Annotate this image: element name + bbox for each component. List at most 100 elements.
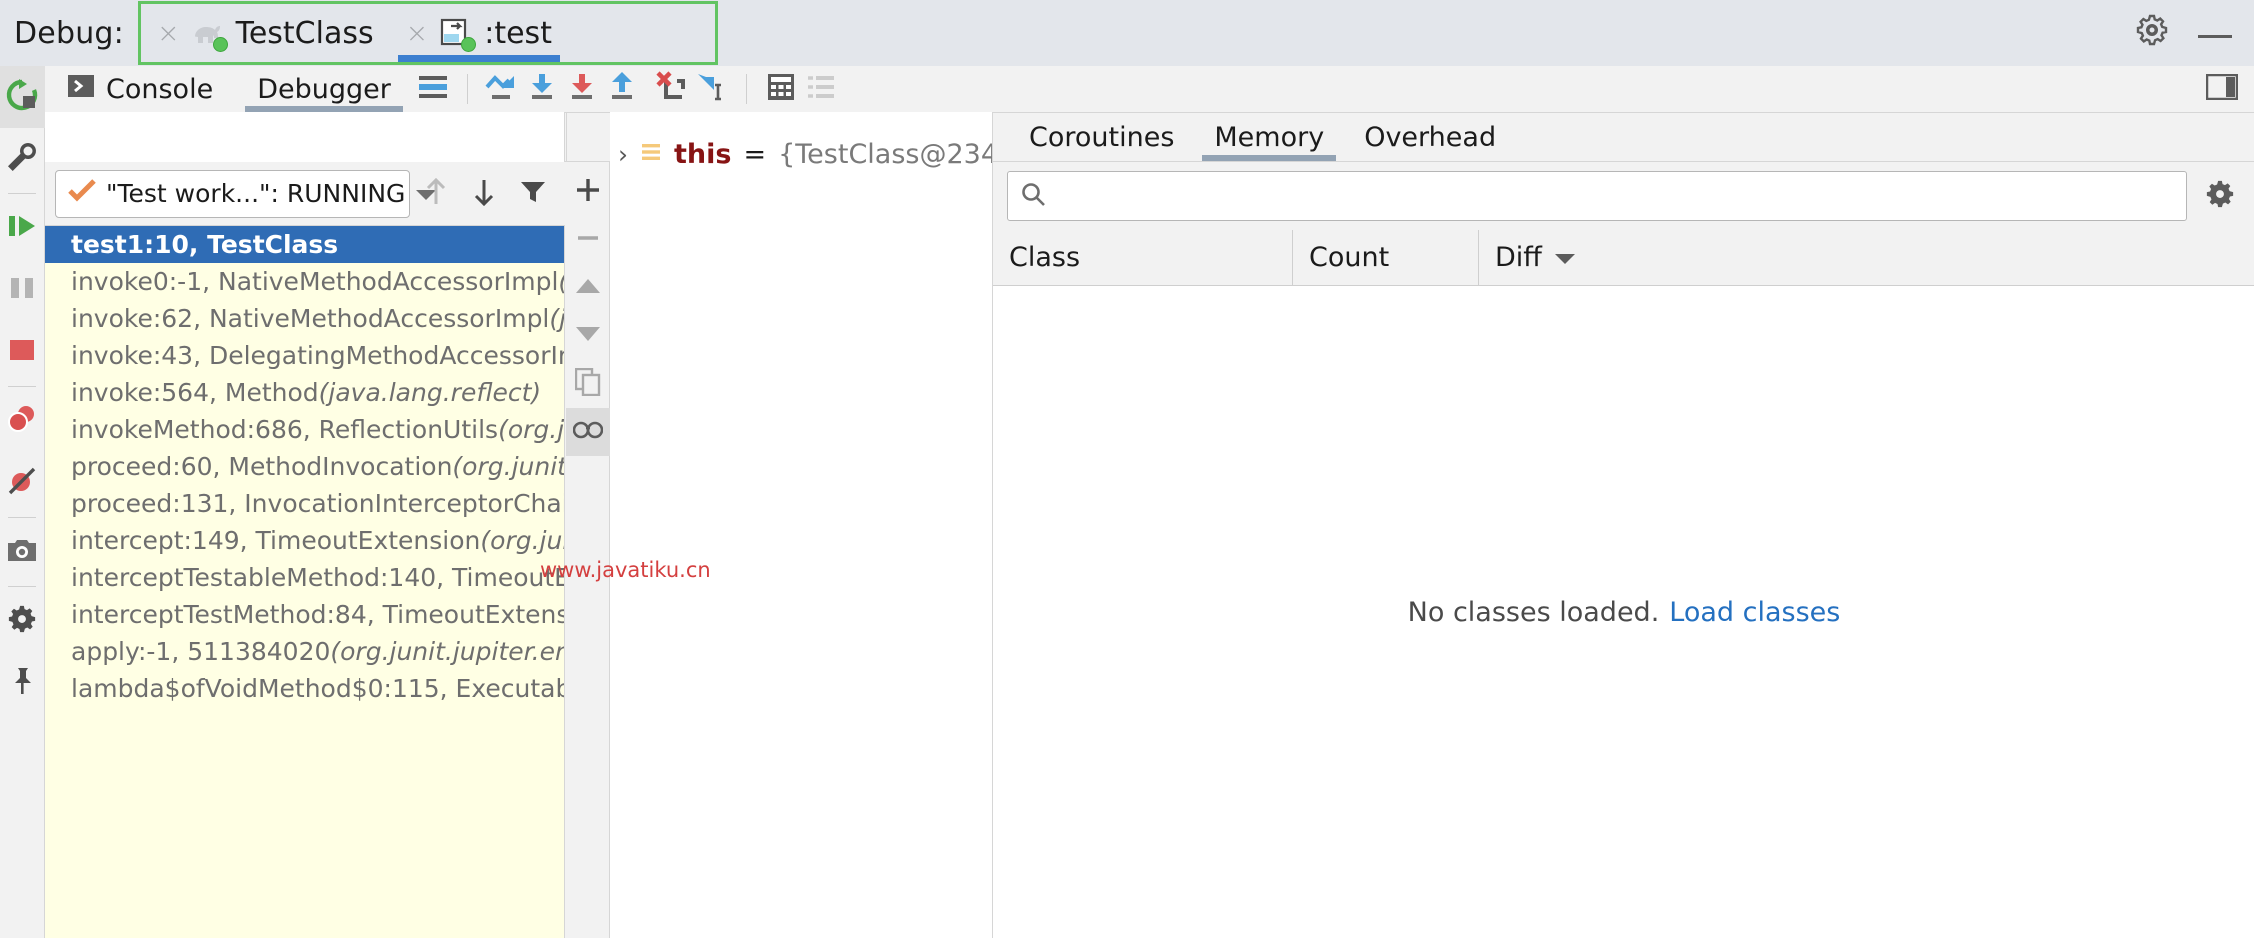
stop-button[interactable] xyxy=(0,321,45,383)
memory-empty-state: No classes loaded. Load classes xyxy=(993,286,2254,938)
remove-watch-button[interactable] xyxy=(566,216,610,264)
frame-row[interactable]: intercept:149, TimeoutExtension (org.jun… xyxy=(45,522,564,559)
force-step-into-button[interactable] xyxy=(562,69,602,109)
show-execution-point-button[interactable] xyxy=(413,69,453,109)
frame-label: intercept:149, TimeoutExtension xyxy=(71,526,480,555)
memory-panel-tabs: Coroutines Memory Overhead xyxy=(993,112,2254,162)
camera-icon xyxy=(6,536,38,568)
empty-state-text: No classes loaded. xyxy=(1408,597,1660,628)
gear-icon[interactable] xyxy=(2136,14,2168,52)
screenshot-button[interactable] xyxy=(0,521,45,583)
resume-program-button[interactable] xyxy=(0,197,45,259)
frame-row[interactable]: lambda$ofVoidMethod$0:115, ExecutableInv xyxy=(45,670,564,707)
frame-row[interactable]: test1:10, TestClass xyxy=(45,226,564,263)
mute-breakpoints-button[interactable] xyxy=(0,452,45,514)
frame-row[interactable]: invoke:564, Method (java.lang.reflect) xyxy=(45,374,564,411)
step-into-button[interactable] xyxy=(522,69,562,109)
settings-list-button[interactable] xyxy=(801,69,841,109)
thread-selector-value: "Test work...": RUNNING xyxy=(106,179,405,208)
column-label: Class xyxy=(1009,242,1080,273)
debug-tab-label: TestClass xyxy=(236,16,374,51)
variable-row-this[interactable]: › this = {TestClass@2348} xyxy=(610,132,992,176)
frame-row[interactable]: invoke:62, NativeMethodAccessorImpl (jdk… xyxy=(45,300,564,337)
minimize-icon[interactable] xyxy=(2198,18,2232,48)
run-to-cursor-button[interactable] xyxy=(692,69,732,109)
view-breakpoints-button[interactable] xyxy=(0,390,45,452)
inspect-button[interactable] xyxy=(566,408,610,456)
close-icon[interactable]: × xyxy=(157,20,180,47)
filter-frames-button[interactable] xyxy=(511,170,555,218)
load-classes-link[interactable]: Load classes xyxy=(1669,597,1840,628)
copy-icon xyxy=(575,368,601,400)
tab-debugger[interactable]: Debugger xyxy=(235,66,413,112)
frame-row[interactable]: invokeMethod:686, ReflectionUtils (org.j… xyxy=(45,411,564,448)
field-icon xyxy=(640,139,662,170)
edit-configuration-button[interactable] xyxy=(0,128,45,190)
debug-tab-testclass[interactable]: × TestClass xyxy=(141,4,390,62)
memory-panel: Coroutines Memory Overhead xyxy=(992,112,2254,938)
tab-coroutines[interactable]: Coroutines xyxy=(1009,113,1194,161)
arrow-up-icon xyxy=(424,178,448,210)
step-out-icon xyxy=(605,72,639,106)
memory-search-row xyxy=(993,162,2254,230)
move-watch-up-button[interactable] xyxy=(566,264,610,312)
drop-frame-button[interactable] xyxy=(652,69,692,109)
move-frame-up-button[interactable] xyxy=(414,170,458,218)
memory-settings-button[interactable] xyxy=(2199,171,2241,221)
tab-label: Overhead xyxy=(1364,122,1496,153)
divider xyxy=(746,74,747,104)
frame-label: interceptTestableMethod:140, TimeoutExte… xyxy=(71,563,564,592)
frame-row[interactable]: proceed:131, InvocationInterceptorChain$… xyxy=(45,485,564,522)
resume-icon xyxy=(6,210,38,246)
chevron-right-icon[interactable]: › xyxy=(618,140,628,169)
tab-memory[interactable]: Memory xyxy=(1194,113,1344,161)
step-out-button[interactable] xyxy=(602,69,642,109)
funnel-icon xyxy=(520,179,546,209)
column-header-diff[interactable]: Diff xyxy=(1479,230,1669,285)
frame-row[interactable]: apply:-1, 511384020 (org.junit.jupiter.e… xyxy=(45,633,564,670)
pause-program-button[interactable] xyxy=(0,259,45,321)
layout-settings-button[interactable] xyxy=(2202,69,2242,109)
variable-name: this xyxy=(674,139,731,170)
arrow-down-icon xyxy=(472,178,496,210)
frame-row[interactable]: invoke:43, DelegatingMethodAccessorImpl … xyxy=(45,337,564,374)
tab-console[interactable]: Console xyxy=(45,66,235,112)
rerun-icon xyxy=(5,78,39,116)
tab-overhead[interactable]: Overhead xyxy=(1344,113,1516,161)
tab-label: Debugger xyxy=(257,74,391,105)
frame-label: lambda$ofVoidMethod$0:115, ExecutableInv xyxy=(71,674,564,703)
frame-row[interactable]: proceed:60, MethodInvocation (org.junit.… xyxy=(45,448,564,485)
memory-search-input[interactable] xyxy=(1056,181,2174,212)
frame-row[interactable]: interceptTestMethod:84, TimeoutExtension… xyxy=(45,596,564,633)
memory-search-box[interactable] xyxy=(1007,171,2187,221)
plus-icon xyxy=(575,177,601,207)
list-settings-icon xyxy=(806,74,836,104)
frame-package: (java.lang.reflect) xyxy=(319,378,542,407)
debug-titlebar: Debug: × TestClass × :test xyxy=(0,0,2254,66)
triangle-down-icon xyxy=(575,325,601,347)
column-header-count[interactable]: Count xyxy=(1293,230,1479,285)
frame-row[interactable]: interceptTestableMethod:140, TimeoutExte… xyxy=(45,559,564,596)
gear-icon xyxy=(2205,179,2235,213)
move-frame-down-button[interactable] xyxy=(462,170,506,218)
move-watch-down-button[interactable] xyxy=(566,312,610,360)
pin-tab-button[interactable] xyxy=(0,652,45,714)
step-over-button[interactable] xyxy=(482,69,522,109)
copy-watch-button[interactable] xyxy=(566,360,610,408)
mute-breakpoints-icon xyxy=(6,465,38,501)
frame-label: apply:-1, 511384020 xyxy=(71,637,330,666)
debug-tab-test-task[interactable]: × :test xyxy=(390,4,568,62)
force-step-into-icon xyxy=(565,72,599,106)
thread-selector[interactable]: "Test work...": RUNNING xyxy=(55,170,410,218)
frames-list[interactable]: test1:10, TestClass invoke0:-1, NativeMe… xyxy=(45,226,564,938)
evaluate-expression-button[interactable] xyxy=(761,69,801,109)
window-buttons xyxy=(2136,0,2254,66)
close-icon[interactable]: × xyxy=(406,20,429,47)
column-header-class[interactable]: Class xyxy=(993,230,1293,285)
frame-package: (org.junit.jupi xyxy=(452,452,564,481)
wrench-icon xyxy=(6,141,38,177)
frame-row[interactable]: invoke0:-1, NativeMethodAccessorImpl (jd… xyxy=(45,263,564,300)
rerun-button[interactable] xyxy=(0,66,45,128)
add-watch-button[interactable] xyxy=(566,168,610,216)
settings-button[interactable] xyxy=(0,590,45,652)
